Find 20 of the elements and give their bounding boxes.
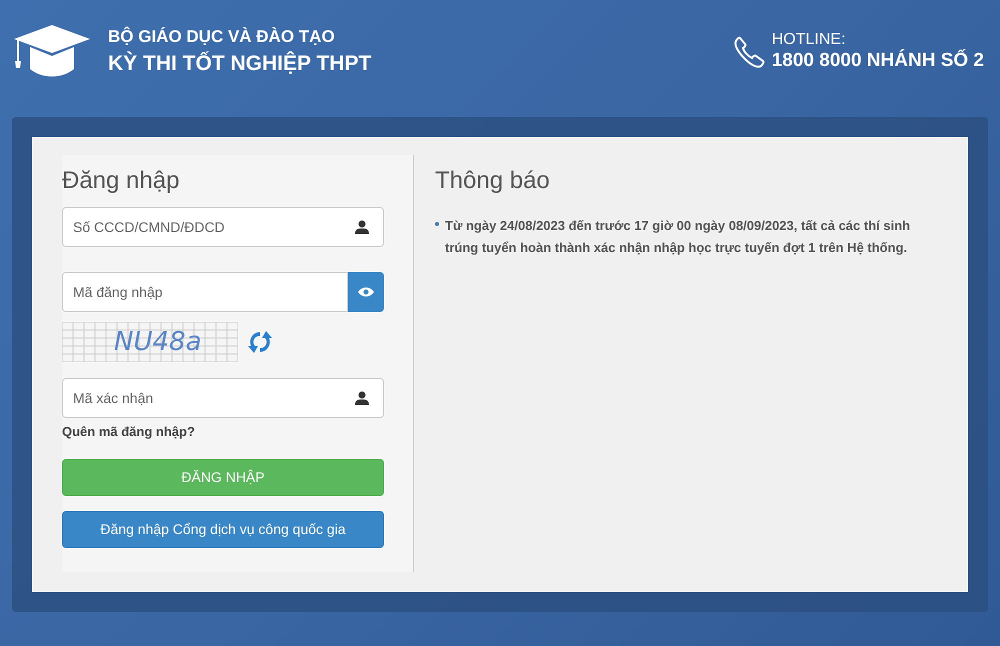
verification-code-field[interactable]: Mã xác nhận (62, 378, 384, 418)
forgot-code-link[interactable]: Quên mã đăng nhập? (62, 422, 413, 442)
eye-icon (358, 287, 374, 297)
hotline-number: 1800 8000 NHÁNH SỐ 2 (772, 48, 984, 72)
public-service-login-button[interactable]: Đăng nhập Cổng dịch vụ công quốc gia (62, 510, 384, 548)
hotline-label: HOTLINE: (772, 30, 847, 48)
captcha-image: NU48a (62, 322, 238, 362)
login-code-field[interactable]: Mã đăng nhập (62, 272, 348, 312)
notice-text: Từ ngày 24/08/2023 đến trước 17 giờ 00 ngày 08/09/2023, tất cả các thí sinh trúng tuyển hoàn thành xác nhận nhập học trực tuyến đợt 1 trên Hệ thống. (445, 217, 912, 257)
login-title: Đăng nhập (62, 167, 180, 195)
user-icon (354, 390, 370, 406)
ministry-name: BỘ GIÁO DỤC VÀ ĐÀO TẠO (108, 26, 336, 48)
id-number-field[interactable]: Số CCCD/CMND/ĐDCD (62, 207, 384, 247)
exam-title: KỲ THI TỐT NGHIỆP THPT (108, 50, 372, 76)
login-button[interactable]: ĐĂNG NHẬP (62, 458, 384, 496)
phone-icon (732, 34, 766, 68)
notices-title: Thông báo (435, 167, 551, 195)
user-icon (354, 219, 370, 235)
bullet-icon (435, 222, 439, 226)
show-password-button[interactable] (348, 272, 384, 312)
